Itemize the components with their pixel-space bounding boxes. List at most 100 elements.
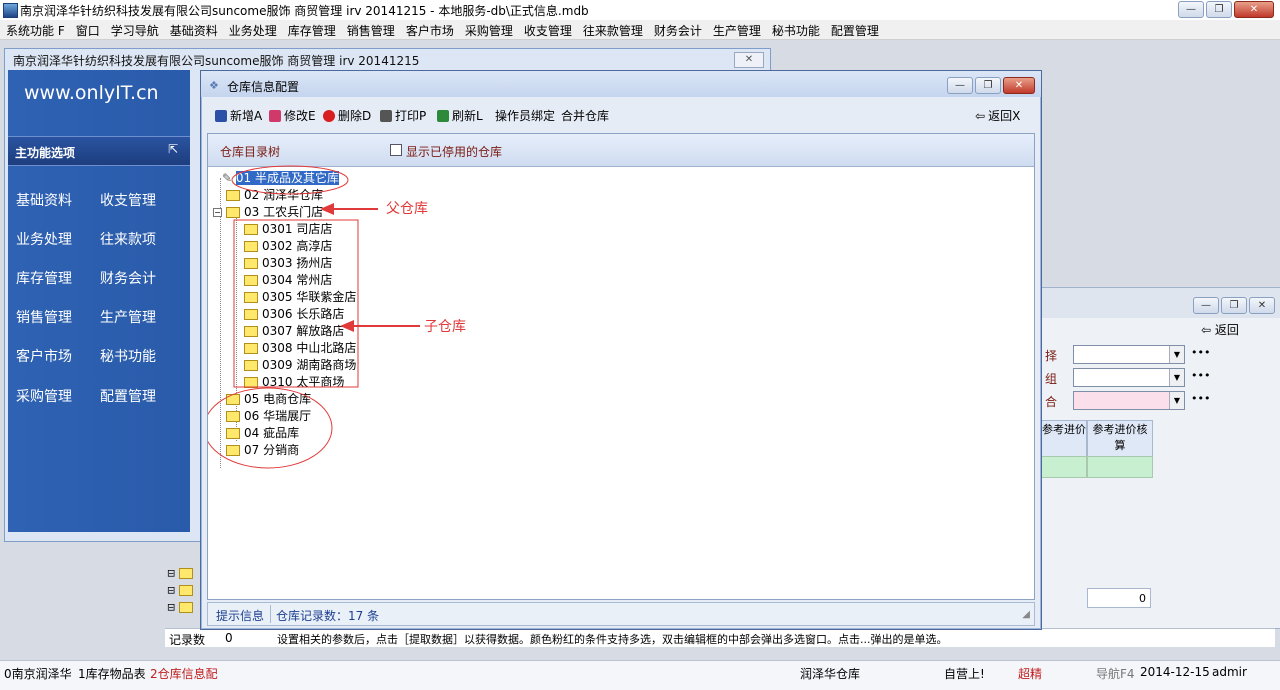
nav-business[interactable]: 业务处理 <box>16 229 72 249</box>
record-count-label: 记录数 <box>169 633 206 647</box>
nav-finance[interactable]: 财务会计 <box>100 268 156 288</box>
right-combo-1[interactable]: ▼ <box>1073 345 1185 364</box>
menu-learn[interactable]: 学习导航 <box>105 20 164 39</box>
status-message: 设置相关的参数后，点击［提取数据］以获得数据。颜色粉红的条件支持多选，双击编辑框… <box>277 633 948 646</box>
status-line: 记录数 0 设置相关的参数后，点击［提取数据］以获得数据。颜色粉红的条件支持多选… <box>165 628 1275 647</box>
nav-inventory[interactable]: 库存管理 <box>16 268 72 288</box>
delete-button[interactable]: 删除D <box>323 107 371 124</box>
annotation-arrowhead-child <box>340 320 354 332</box>
dialog-maximize-icon[interactable]: ❐ <box>975 77 1001 94</box>
nav-accounts[interactable]: 往来款项 <box>100 229 156 249</box>
main-sidebar: www.onlyIT.cn 主功能选项 ⇱ 基础资料 收支管理 业务处理 往来款… <box>8 70 190 532</box>
annotation-parent-label: 父仓库 <box>386 201 428 217</box>
hint-label: 提示信息 <box>216 609 265 623</box>
small-tree-node[interactable]: ⊟ <box>167 585 193 597</box>
grid-cell-2[interactable] <box>1087 456 1153 478</box>
refresh-icon <box>437 109 449 122</box>
dialog-titlebar: ❖ 仓库信息配置 — ❐ ✕ <box>201 71 1041 97</box>
close-icon[interactable]: ✕ <box>1234 1 1274 18</box>
chevron-down-icon: ▼ <box>1169 369 1184 386</box>
menu-sales[interactable]: 销售管理 <box>341 20 400 39</box>
add-button[interactable]: 新增A <box>215 107 262 124</box>
bind-operator-button[interactable]: 操作员绑定 <box>495 107 555 124</box>
nav-secretary[interactable]: 秘书功能 <box>100 346 156 366</box>
background-close-icon[interactable]: ✕ <box>734 52 764 68</box>
nav-income[interactable]: 收支管理 <box>100 190 156 210</box>
annotation-ellipse-bottom <box>208 387 333 469</box>
right-ellipsis-1[interactable]: ••• <box>1191 346 1210 359</box>
chevron-down-icon: ▼ <box>1169 346 1184 363</box>
nav-sales[interactable]: 销售管理 <box>16 307 72 327</box>
edit-button[interactable]: 修改E <box>269 107 316 124</box>
taskbar-user-label: 超精 <box>1018 667 1043 681</box>
task-item-1[interactable]: 1库存物品表 <box>78 665 146 682</box>
status-divider <box>270 605 271 623</box>
dialog-close-icon[interactable]: ✕ <box>1003 77 1035 94</box>
nav-config[interactable]: 配置管理 <box>100 386 156 406</box>
dialog-minimize-icon[interactable]: — <box>947 77 973 94</box>
right-return-button[interactable]: ⇦ 返回 <box>1201 321 1239 338</box>
task-item-0[interactable]: 0南京润泽华 <box>4 665 72 682</box>
folder-icon <box>178 585 193 596</box>
record-count-value: 0 <box>225 631 233 645</box>
record-count: 仓库记录数：17 条 <box>276 609 380 623</box>
app-title-bar: 南京润泽华针纺织科技发展有限公司suncome服饰 商贸管理 irv 20141… <box>0 0 1280 21</box>
right-close-icon[interactable]: ✕ <box>1249 297 1275 314</box>
right-maximize-icon[interactable]: ❐ <box>1221 297 1247 314</box>
right-ellipsis-2[interactable]: ••• <box>1191 369 1210 382</box>
resize-grip-icon[interactable]: ◢ <box>1022 609 1030 620</box>
nav-basic[interactable]: 基础资料 <box>16 190 72 210</box>
right-label-3: 合 <box>1045 395 1058 409</box>
menu-basic[interactable]: 基础资料 <box>164 20 223 39</box>
menu-purchase[interactable]: 采购管理 <box>459 20 518 39</box>
task-item-2[interactable]: 2仓库信息配 <box>150 665 218 682</box>
background-window-title: 南京润泽华针纺织科技发展有限公司suncome服饰 商贸管理 irv 20141… <box>13 54 420 68</box>
menu-income[interactable]: 收支管理 <box>518 20 577 39</box>
refresh-button[interactable]: 刷新L <box>437 107 483 124</box>
right-combo-2[interactable]: ▼ <box>1073 368 1185 387</box>
menu-window[interactable]: 窗口 <box>70 20 105 39</box>
maximize-icon[interactable]: ❐ <box>1206 1 1232 18</box>
annotation-child-label: 子仓库 <box>424 319 466 335</box>
menu-inventory[interactable]: 库存管理 <box>282 20 341 39</box>
menu-production[interactable]: 生产管理 <box>707 20 766 39</box>
pin-icon[interactable]: ⇱ <box>168 142 178 156</box>
small-tree-node[interactable]: ⊟ <box>167 568 193 580</box>
annotation-overlay <box>208 165 420 469</box>
menu-customer[interactable]: 客户市场 <box>400 20 459 39</box>
menu-accounts[interactable]: 往来款管理 <box>577 20 648 39</box>
right-ellipsis-3[interactable]: ••• <box>1191 392 1210 405</box>
small-tree-node[interactable]: ⊟ <box>167 602 193 614</box>
minimize-icon[interactable]: — <box>1178 1 1204 18</box>
menu-business[interactable]: 业务处理 <box>223 20 282 39</box>
app-title: 南京润泽华针纺织科技发展有限公司suncome服饰 商贸管理 irv 20141… <box>20 4 589 18</box>
warehouse-config-dialog: ❖ 仓库信息配置 — ❐ ✕ 新增A 修改E 删除D 打印P 刷新L 操作员绑定… <box>200 70 1042 630</box>
merge-warehouse-button[interactable]: 合并仓库 <box>561 107 609 124</box>
menu-secretary[interactable]: 秘书功能 <box>766 20 825 39</box>
back-button[interactable]: ⇦ 返回X <box>975 107 1020 124</box>
folder-icon <box>178 568 193 579</box>
taskbar-warehouse: 润泽华仓库 <box>800 667 861 681</box>
site-logo: www.onlyIT.cn <box>24 82 159 104</box>
taskbar-store: 自营上! <box>944 667 985 681</box>
taskbar: 0南京润泽华 1库存物品表 2仓库信息配 润泽华仓库 自营上! 超精 导航F4 … <box>0 660 1280 690</box>
grid-header-2: 参考进价核算 <box>1087 420 1153 458</box>
edit-icon <box>269 109 281 122</box>
print-button[interactable]: 打印P <box>380 107 426 124</box>
delete-icon <box>323 109 335 122</box>
right-minimize-icon[interactable]: — <box>1193 297 1219 314</box>
dialog-status-bar: 提示信息 仓库记录数：17 条 ◢ <box>207 602 1035 626</box>
nav-purchase[interactable]: 采购管理 <box>16 386 72 406</box>
nav-customer[interactable]: 客户市场 <box>16 346 72 366</box>
taskbar-user: admir <box>1212 665 1247 679</box>
annotation-ellipse-top <box>231 165 349 195</box>
menu-config[interactable]: 配置管理 <box>825 20 884 39</box>
warehouse-tree-pane: 仓库目录树 显示已停用的仓库 ✎ 01 半成品及其它库 02 润泽华仓库 − 0… <box>207 133 1035 600</box>
menu-system[interactable]: 系统功能 F <box>0 20 70 39</box>
grid-cell-1[interactable] <box>1041 456 1087 478</box>
taskbar-nav[interactable]: 导航F4 <box>1096 665 1135 682</box>
app-icon <box>3 3 18 18</box>
nav-production[interactable]: 生产管理 <box>100 307 156 327</box>
menu-finance[interactable]: 财务会计 <box>648 20 707 39</box>
right-combo-3[interactable]: ▼ <box>1073 391 1185 410</box>
